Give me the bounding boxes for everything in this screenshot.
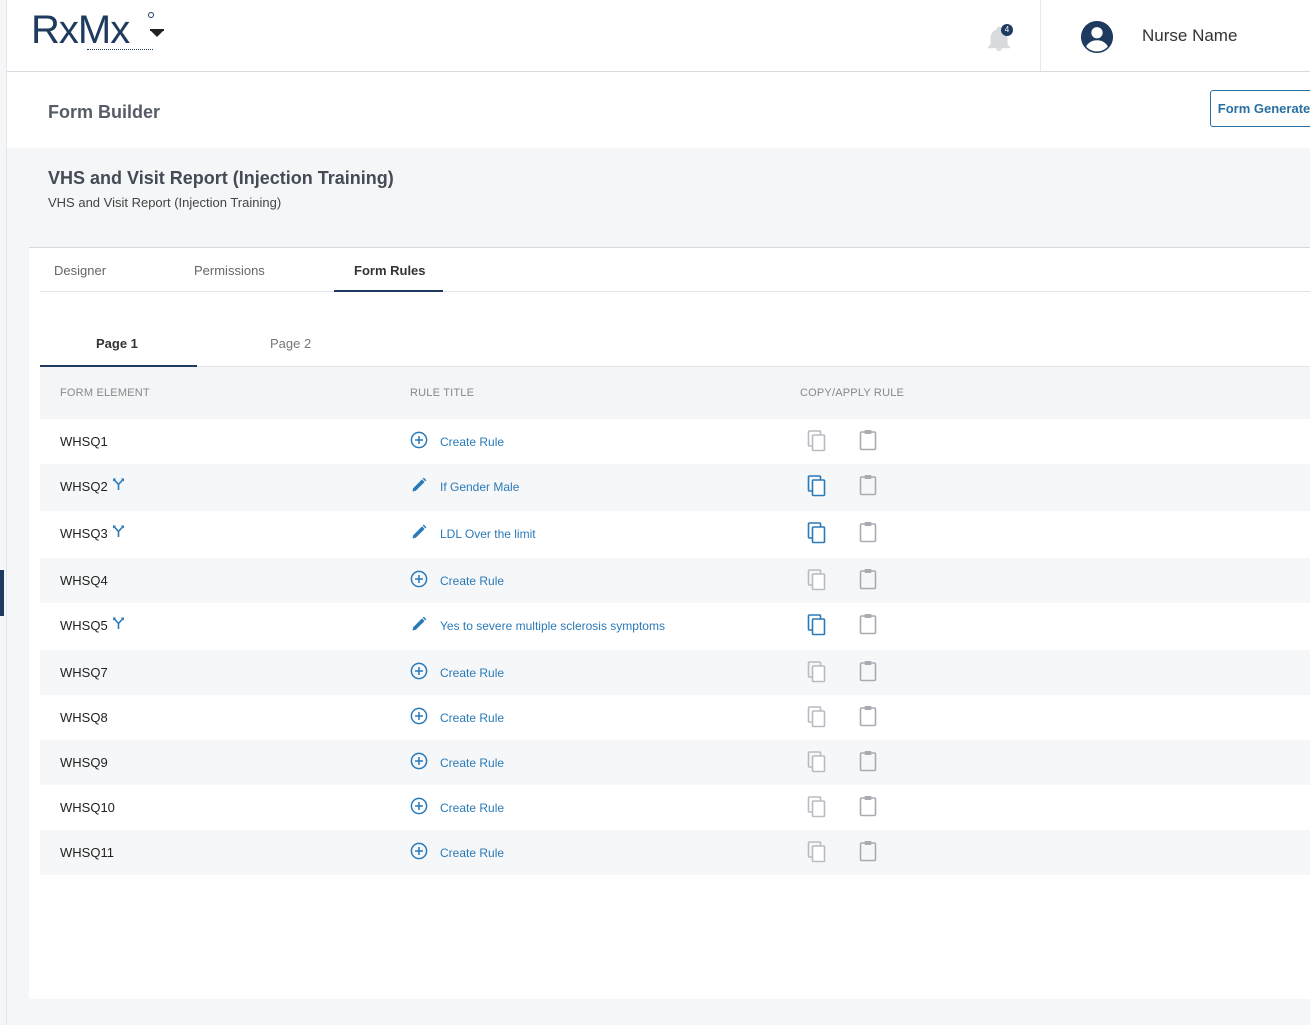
copy-icon[interactable] (807, 522, 827, 544)
plus-circle-icon[interactable] (410, 842, 428, 860)
copy-icon[interactable] (807, 706, 827, 728)
pencil-icon[interactable] (410, 523, 428, 541)
copy-icon[interactable] (807, 841, 827, 863)
clipboard-icon[interactable] (859, 613, 877, 635)
clipboard-icon[interactable] (859, 750, 877, 772)
pencil-icon[interactable] (410, 476, 428, 494)
page-title-bar: Form Builder Form Generated (7, 72, 1310, 148)
logo-registered-mark (148, 12, 154, 18)
edit-rule-link[interactable]: If Gender Male (440, 480, 519, 494)
user-avatar-icon[interactable] (1079, 20, 1115, 54)
tab-page-1[interactable]: Page 1 (96, 336, 138, 351)
form-element-name: WHSQ7 (60, 665, 108, 680)
create-rule-link[interactable]: Create Rule (440, 435, 504, 449)
form-element-name: WHSQ2 (60, 479, 108, 494)
copy-icon[interactable] (807, 614, 827, 636)
table-body: WHSQ1 Create Rule WHSQ2 If Gender Male WHSQ3… (40, 419, 1310, 875)
form-element-name: WHSQ4 (60, 573, 108, 588)
table-row: WHSQ7 Create Rule (40, 650, 1310, 695)
form-element-name: WHSQ8 (60, 710, 108, 725)
logo-tagline-mark (87, 49, 153, 52)
app-logo[interactable]: RxMx (31, 8, 154, 58)
branch-icon (112, 477, 125, 491)
plus-circle-icon[interactable] (410, 707, 428, 725)
app-switcher-caret-icon[interactable] (150, 30, 164, 37)
rules-table: FORM ELEMENT RULE TITLE COPY/APPLY RULE … (40, 367, 1310, 875)
clipboard-icon[interactable] (859, 474, 877, 496)
form-generated-button[interactable]: Form Generated (1210, 90, 1310, 127)
page-title: Form Builder (48, 102, 161, 122)
table-header: FORM ELEMENT RULE TITLE COPY/APPLY RULE (40, 367, 1310, 419)
main-tabs: Designer Permissions Form Rules (40, 248, 1310, 292)
create-rule-link[interactable]: Create Rule (440, 756, 504, 770)
left-rail-active-marker[interactable] (0, 570, 4, 616)
plus-circle-icon[interactable] (410, 752, 428, 770)
column-header-rule-title: RULE TITLE (410, 387, 475, 399)
copy-icon[interactable] (807, 751, 827, 773)
clipboard-icon[interactable] (859, 568, 877, 590)
create-rule-link[interactable]: Create Rule (440, 801, 504, 815)
plus-circle-icon[interactable] (410, 662, 428, 680)
user-name[interactable]: Nurse Name (1142, 26, 1237, 46)
table-row: WHSQ2 If Gender Male (40, 464, 1310, 511)
create-rule-link[interactable]: Create Rule (440, 711, 504, 725)
page-tabs: Page 1 Page 2 (40, 318, 1310, 367)
create-rule-link[interactable]: Create Rule (440, 574, 504, 588)
left-rail (0, 0, 7, 1025)
branch-icon (112, 524, 125, 538)
table-row: WHSQ10 Create Rule (40, 785, 1310, 830)
copy-icon[interactable] (807, 569, 827, 591)
form-element-name: WHSQ10 (60, 800, 115, 815)
table-row: WHSQ5 Yes to severe multiple sclerosis sy… (40, 603, 1310, 650)
copy-icon[interactable] (807, 475, 827, 497)
plus-circle-icon[interactable] (410, 431, 428, 449)
clipboard-icon[interactable] (859, 705, 877, 727)
column-header-form-element: FORM ELEMENT (60, 387, 150, 399)
tab-page-2[interactable]: Page 2 (270, 336, 311, 351)
clipboard-icon[interactable] (859, 429, 877, 451)
active-tab-indicator (334, 290, 443, 292)
header-divider (1040, 0, 1041, 71)
form-element-name: WHSQ9 (60, 755, 108, 770)
plus-circle-icon[interactable] (410, 570, 428, 588)
table-row: WHSQ1 Create Rule (40, 419, 1310, 464)
tab-form-rules[interactable]: Form Rules (354, 263, 426, 278)
table-row: WHSQ8 Create Rule (40, 695, 1310, 740)
form-description: VHS and Visit Report (Injection Training… (48, 195, 282, 210)
top-header: RxMx 4 Nurse Name (7, 0, 1310, 72)
copy-icon[interactable] (807, 430, 827, 452)
copy-icon[interactable] (807, 661, 827, 683)
clipboard-icon[interactable] (859, 521, 877, 543)
logo-text: RxMx (31, 8, 130, 52)
edit-rule-link[interactable]: LDL Over the limit (440, 527, 536, 541)
form-rules-card: Designer Permissions Form Rules Page 1 P… (29, 247, 1310, 999)
branch-icon (112, 616, 125, 630)
clipboard-icon[interactable] (859, 660, 877, 682)
tab-permissions[interactable]: Permissions (194, 263, 265, 278)
tab-designer[interactable]: Designer (54, 263, 106, 278)
form-element-name: WHSQ5 (60, 618, 108, 633)
create-rule-link[interactable]: Create Rule (440, 846, 504, 860)
column-header-copy-apply: COPY/APPLY RULE (800, 387, 905, 399)
form-name: VHS and Visit Report (Injection Training… (48, 168, 394, 188)
notification-badge: 4 (1001, 24, 1013, 36)
copy-icon[interactable] (807, 796, 827, 818)
form-element-name: WHSQ11 (60, 845, 114, 860)
table-row: WHSQ9 Create Rule (40, 740, 1310, 785)
table-row: WHSQ3 LDL Over the limit (40, 511, 1310, 558)
form-element-name: WHSQ3 (60, 526, 108, 541)
create-rule-link[interactable]: Create Rule (440, 666, 504, 680)
clipboard-icon[interactable] (859, 795, 877, 817)
form-element-name: WHSQ1 (60, 434, 108, 449)
clipboard-icon[interactable] (859, 840, 877, 862)
plus-circle-icon[interactable] (410, 797, 428, 815)
table-row: WHSQ11 Create Rule (40, 830, 1310, 875)
edit-rule-link[interactable]: Yes to severe multiple sclerosis symptom… (440, 619, 665, 633)
pencil-icon[interactable] (410, 615, 428, 633)
table-row: WHSQ4 Create Rule (40, 558, 1310, 603)
